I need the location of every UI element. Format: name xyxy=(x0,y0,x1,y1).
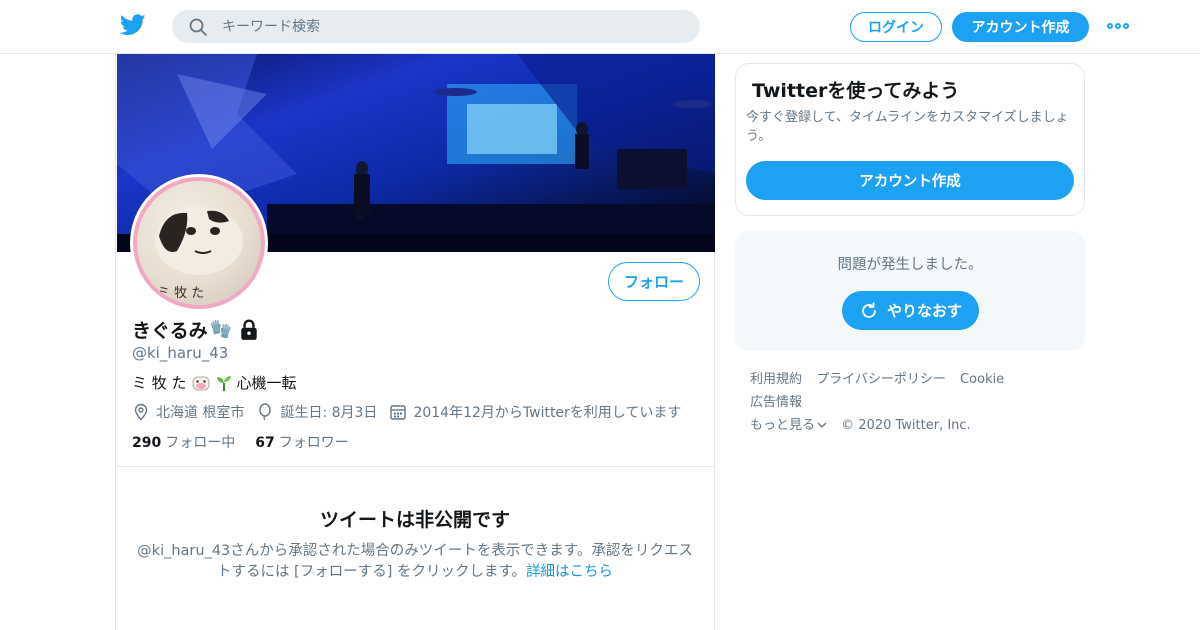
lock-icon xyxy=(241,318,257,340)
footer-links: 利用規約 プライバシーポリシー Cookie 広告情報 もっと見る © 2020… xyxy=(750,368,1080,437)
calendar-icon xyxy=(390,405,407,420)
birthday-text: 誕生日: 8月3日 xyxy=(280,405,378,421)
learn-more-link[interactable]: 詳細はこちら xyxy=(526,564,613,580)
following-label: フォロー中 xyxy=(165,435,236,451)
gloves-emoji: 🧤 xyxy=(209,319,233,340)
following-count: 290 xyxy=(132,435,162,451)
signup-card-subtitle: 今すぐ登録して、タイムラインをカスタマイズしましょう。 xyxy=(746,110,1069,144)
signup-card-title: Twitterを使ってみよう xyxy=(752,80,960,102)
followers-label: フォロワー xyxy=(278,435,349,451)
chevron-down-icon xyxy=(817,422,827,428)
balloon-icon xyxy=(259,403,272,421)
profile-name: きぐるみ 🧤 xyxy=(132,316,260,343)
followers-count: 67 xyxy=(255,435,275,451)
search-icon xyxy=(189,18,207,36)
joined-text: 2014年12月からTwitterを利用しています xyxy=(413,405,682,421)
followers-stat[interactable]: 67 フォロワー xyxy=(255,432,348,452)
follow-button[interactable]: フォロー xyxy=(608,262,700,301)
following-stat[interactable]: 290 フォロー中 xyxy=(132,432,235,452)
bio-text-prefix: ミ 牧 た xyxy=(132,374,187,392)
login-button[interactable]: ログイン xyxy=(850,12,942,42)
profile-birthday: 誕生日: 8月3日 xyxy=(256,402,377,422)
cow-face-illustration: ミ 牧 た xyxy=(155,207,243,301)
sidebar-signup-button[interactable]: アカウント作成 xyxy=(746,161,1074,200)
profile-display-name: きぐるみ xyxy=(132,320,208,342)
search-input[interactable] xyxy=(222,10,682,43)
footer-cookie-link[interactable]: Cookie xyxy=(960,372,1004,387)
section-divider xyxy=(116,466,714,467)
seedling-emoji-icon xyxy=(216,375,231,391)
profile-avatar[interactable]: ミ 牧 た xyxy=(130,174,268,312)
bio-text-suffix: 心機一転 xyxy=(236,374,297,392)
twitter-bird-icon[interactable] xyxy=(120,14,146,36)
footer-terms-link[interactable]: 利用規約 xyxy=(750,372,802,387)
location-pin-icon xyxy=(134,403,148,421)
retry-button[interactable]: やりなおす xyxy=(842,291,979,330)
footer-ads-link[interactable]: 広告情報 xyxy=(750,395,802,410)
signup-prompt-card: Twitterを使ってみよう 今すぐ登録して、タイムラインをカスタマイズしましょ… xyxy=(735,63,1085,216)
error-message: 問題が発生しました。 xyxy=(837,257,983,273)
footer-more-label: もっと見る xyxy=(750,418,816,433)
profile-bio: ミ 牧 た 心機一転 xyxy=(132,372,297,393)
profile-location: 北海道 根室市 xyxy=(132,402,244,422)
footer-privacy-link[interactable]: プライバシーポリシー xyxy=(816,372,946,387)
footer-copyright: © 2020 Twitter, Inc. xyxy=(841,418,971,433)
top-navigation-bar: ログイン アカウント作成 xyxy=(0,0,1200,54)
location-text: 北海道 根室市 xyxy=(156,405,245,421)
protected-tweets-message: @ki_haru_43さんから承認された場合のみツイートを表示できます。承認をリ… xyxy=(136,541,694,583)
retry-label: やりなおす xyxy=(886,302,962,320)
protected-tweets-title: ツイートは非公開です xyxy=(319,509,510,531)
cow-emoji-icon xyxy=(192,376,210,390)
signup-button[interactable]: アカウント作成 xyxy=(952,12,1089,42)
error-card: 問題が発生しました。 やりなおす xyxy=(735,231,1085,351)
profile-column: ミ 牧 た フォロー きぐるみ 🧤 @ki_haru_43 ミ 牧 た 心機一転 xyxy=(115,54,715,630)
refresh-icon xyxy=(862,301,876,318)
profile-handle: @ki_haru_43 xyxy=(132,344,229,362)
footer-more-link[interactable]: もっと見る xyxy=(750,418,827,433)
more-options-icon[interactable] xyxy=(1107,19,1131,33)
profile-stats: 290 フォロー中 67 フォロワー xyxy=(132,432,349,452)
profile-joined: 2014年12月からTwitterを利用しています xyxy=(389,402,681,422)
avatar-caption: ミ 牧 た xyxy=(157,286,204,301)
search-box xyxy=(172,10,700,43)
profile-meta: 北海道 根室市 誕生日: 8月3日 2014年12月からTwitterを利用して… xyxy=(132,402,693,422)
